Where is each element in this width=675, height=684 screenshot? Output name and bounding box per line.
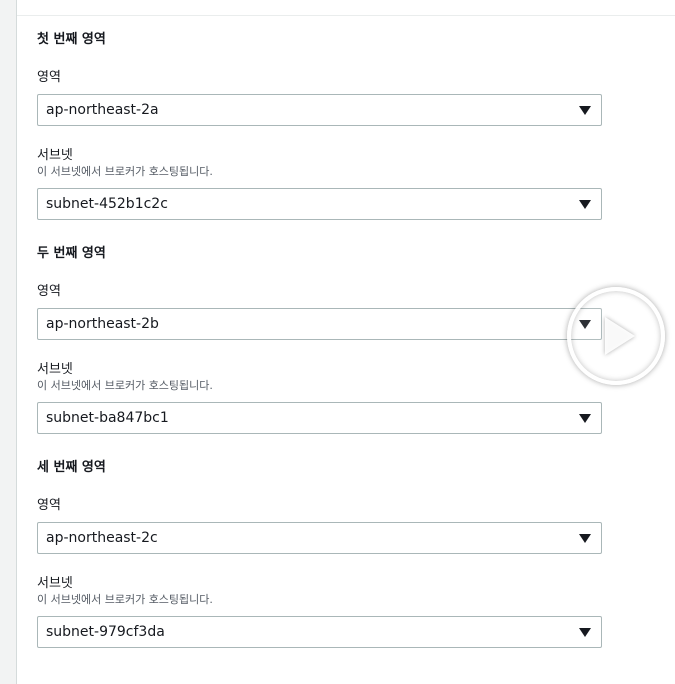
zone-1-subnet-value: subnet-452b1c2c <box>46 196 168 212</box>
zone-2-subnet-label: 서브넷 <box>37 362 73 377</box>
caret-down-icon <box>579 200 591 209</box>
zone-1-subnet-select[interactable]: subnet-452b1c2c <box>37 188 602 220</box>
zone-1-az-value: ap-northeast-2a <box>46 102 159 118</box>
zone-1-title: 첫 번째 영역 <box>37 32 106 47</box>
zone-1-subnet-description: 이 서브넷에서 브로커가 호스팅됩니다. <box>37 165 213 178</box>
zone-2-az-select[interactable]: ap-northeast-2b <box>37 308 602 340</box>
zone-1-az-label: 영역 <box>37 70 61 85</box>
zone-1-az-select[interactable]: ap-northeast-2a <box>37 94 602 126</box>
caret-down-icon <box>579 534 591 543</box>
zone-2-az-value: ap-northeast-2b <box>46 316 159 332</box>
zone-3-az-label: 영역 <box>37 498 61 513</box>
zone-1-subnet-label: 서브넷 <box>37 148 73 163</box>
zone-2-subnet-value: subnet-ba847bc1 <box>46 410 169 426</box>
play-icon <box>605 317 635 355</box>
play-button[interactable] <box>567 287 665 385</box>
zone-2-subnet-description: 이 서브넷에서 브로커가 호스팅됩니다. <box>37 379 213 392</box>
zone-2-az-label: 영역 <box>37 284 61 299</box>
zone-3-az-select[interactable]: ap-northeast-2c <box>37 522 602 554</box>
zone-3-title: 세 번째 영역 <box>37 460 106 475</box>
left-rail <box>0 0 17 684</box>
zone-3-subnet-description: 이 서브넷에서 브로커가 호스팅됩니다. <box>37 593 213 606</box>
zone-3-az-value: ap-northeast-2c <box>46 530 158 546</box>
section-divider <box>17 15 675 16</box>
caret-down-icon <box>579 628 591 637</box>
caret-down-icon <box>579 106 591 115</box>
zone-3-subnet-value: subnet-979cf3da <box>46 624 165 640</box>
zone-3-subnet-label: 서브넷 <box>37 576 73 591</box>
zone-3-subnet-select[interactable]: subnet-979cf3da <box>37 616 602 648</box>
caret-down-icon <box>579 414 591 423</box>
zone-2-subnet-select[interactable]: subnet-ba847bc1 <box>37 402 602 434</box>
zone-2-title: 두 번째 영역 <box>37 246 106 261</box>
